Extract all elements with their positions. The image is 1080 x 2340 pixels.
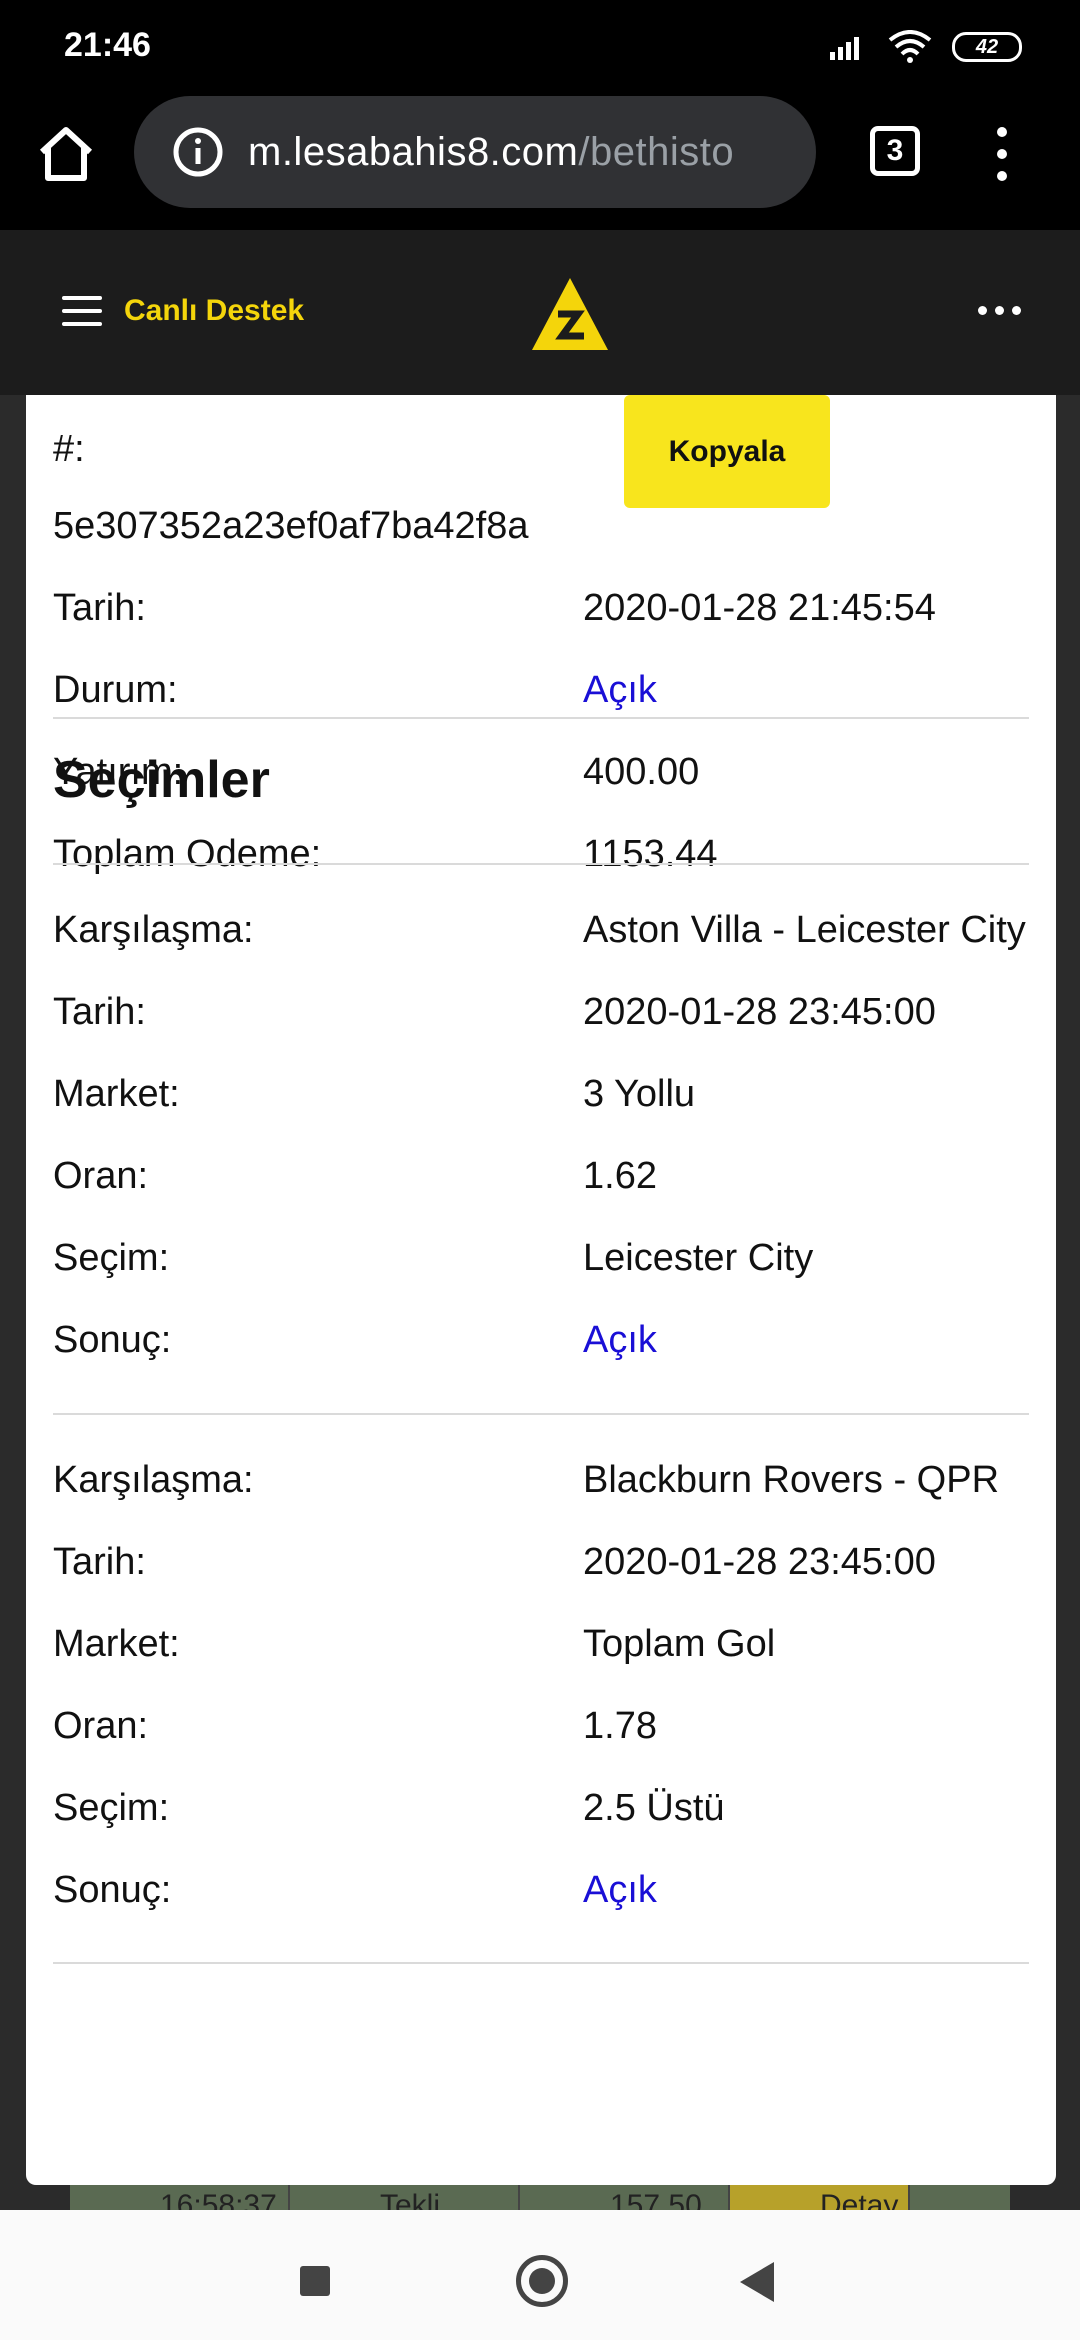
- overflow-menu-icon[interactable]: [990, 124, 1014, 184]
- selection-pick-row: Seçim: 2.5 Üstü: [53, 1787, 1043, 1837]
- field-label: Toplam Odeme:: [53, 833, 322, 875]
- match-value: Blackburn Rovers - QPR: [583, 1459, 1000, 1501]
- bet-id-value: 5e307352a23ef0af7ba42f8a: [53, 505, 529, 547]
- field-label: Tarih:: [53, 587, 146, 629]
- selection-result-row: Sonuç: Açık: [53, 1319, 1043, 1369]
- bet-id-label-row: #:: [53, 428, 1043, 478]
- divider: [53, 1413, 1029, 1415]
- field-label: Karşılaşma:: [53, 1459, 254, 1501]
- result-link[interactable]: Açık: [583, 1869, 657, 1912]
- selection-odds-row: Oran: 1.62: [53, 1155, 1043, 1205]
- bet-status-row: Durum: Açık: [53, 669, 1043, 719]
- selection-date-row: Tarih: 2020-01-28 23:45:00: [53, 991, 1043, 1041]
- url-text[interactable]: m.lesabahis8.com/bethisto: [248, 130, 734, 175]
- bet-payout-row: Toplam Odeme: 1153.44: [53, 833, 1043, 883]
- field-label: Market:: [53, 1623, 180, 1665]
- selection-market-row: Market: Toplam Gol: [53, 1623, 1043, 1673]
- result-link[interactable]: Açık: [583, 1319, 657, 1362]
- battery-icon: 42: [952, 32, 1022, 62]
- pick-value: 2.5 Üstü: [583, 1787, 725, 1829]
- field-label: Karşılaşma:: [53, 909, 254, 951]
- field-value: 2020-01-28 21:45:54: [583, 587, 936, 629]
- field-label: Market:: [53, 1073, 180, 1115]
- field-label: Tarih:: [53, 1541, 146, 1583]
- field-label: Tarih:: [53, 991, 146, 1033]
- selection-odds-row: Oran: 1.78: [53, 1705, 1043, 1755]
- field-label: Sonuç:: [53, 1319, 172, 1361]
- field-label: Oran:: [53, 1705, 149, 1747]
- status-link[interactable]: Açık: [583, 669, 657, 712]
- tab-switcher-button[interactable]: 3: [870, 126, 920, 176]
- address-bar[interactable]: m.lesabahis8.com/bethisto: [134, 96, 816, 208]
- site-header: Canlı Destek: [0, 230, 1080, 395]
- field-label: Oran:: [53, 1155, 149, 1197]
- selection-result-row: Sonuç: Açık: [53, 1869, 1043, 1919]
- home-nav-icon[interactable]: [516, 2255, 568, 2307]
- site-logo[interactable]: [528, 274, 612, 354]
- selection-pick-row: Seçim: Leicester City: [53, 1237, 1043, 1287]
- system-nav-bar: [0, 2210, 1080, 2340]
- bet-detail-modal: #: Kopyala 5e307352a23ef0af7ba42f8a Tari…: [26, 395, 1056, 2185]
- status-icons: 42: [828, 30, 1022, 64]
- divider: [53, 717, 1029, 719]
- copy-button[interactable]: Kopyala: [624, 395, 830, 508]
- more-options-icon[interactable]: [978, 306, 1021, 315]
- status-bar: 21:46 42: [0, 0, 1080, 96]
- field-value: 1153.44: [583, 833, 718, 875]
- field-label: Seçim:: [53, 1237, 170, 1279]
- selection-match-row: Karşılaşma: Aston Villa - Leicester City: [53, 909, 1043, 959]
- url-host: m.lesabahis8.com: [248, 129, 579, 174]
- url-path: /bethisto: [578, 129, 735, 174]
- bet-id-row: 5e307352a23ef0af7ba42f8a: [53, 505, 1043, 555]
- field-label: Seçim:: [53, 1787, 170, 1829]
- selection-match-row: Karşılaşma: Blackburn Rovers - QPR: [53, 1459, 1043, 1509]
- divider: [53, 863, 1029, 865]
- bet-id-label: #:: [53, 428, 85, 470]
- market-value: 3 Yollu: [583, 1073, 696, 1115]
- back-icon[interactable]: [740, 2262, 774, 2302]
- odds-value: 1.78: [583, 1705, 657, 1747]
- bet-date-row: Tarih: 2020-01-28 21:45:54: [53, 587, 1043, 637]
- recent-apps-icon[interactable]: [300, 2266, 330, 2296]
- home-icon[interactable]: [34, 122, 98, 186]
- status-time: 21:46: [64, 26, 151, 64]
- selection-market-row: Market: 3 Yollu: [53, 1073, 1043, 1123]
- hamburger-menu-icon[interactable]: [62, 296, 102, 326]
- wifi-icon: [888, 30, 932, 63]
- live-support-link[interactable]: Canlı Destek: [124, 294, 304, 328]
- field-value: 400.00: [583, 751, 700, 793]
- date-value: 2020-01-28 23:45:00: [583, 1541, 936, 1583]
- field-label: Sonuç:: [53, 1869, 172, 1911]
- match-value: Aston Villa - Leicester City: [583, 909, 1026, 951]
- info-icon[interactable]: [172, 126, 224, 178]
- field-label: Durum:: [53, 669, 178, 711]
- selections-title: Seçimler: [53, 751, 270, 809]
- odds-value: 1.62: [583, 1155, 657, 1197]
- selection-date-row: Tarih: 2020-01-28 23:45:00: [53, 1541, 1043, 1591]
- browser-toolbar: m.lesabahis8.com/bethisto 3: [0, 96, 1080, 230]
- market-value: Toplam Gol: [583, 1623, 776, 1665]
- pick-value: Leicester City: [583, 1237, 814, 1279]
- divider: [53, 1962, 1029, 1964]
- date-value: 2020-01-28 23:45:00: [583, 991, 936, 1033]
- signal-icon: [830, 37, 859, 60]
